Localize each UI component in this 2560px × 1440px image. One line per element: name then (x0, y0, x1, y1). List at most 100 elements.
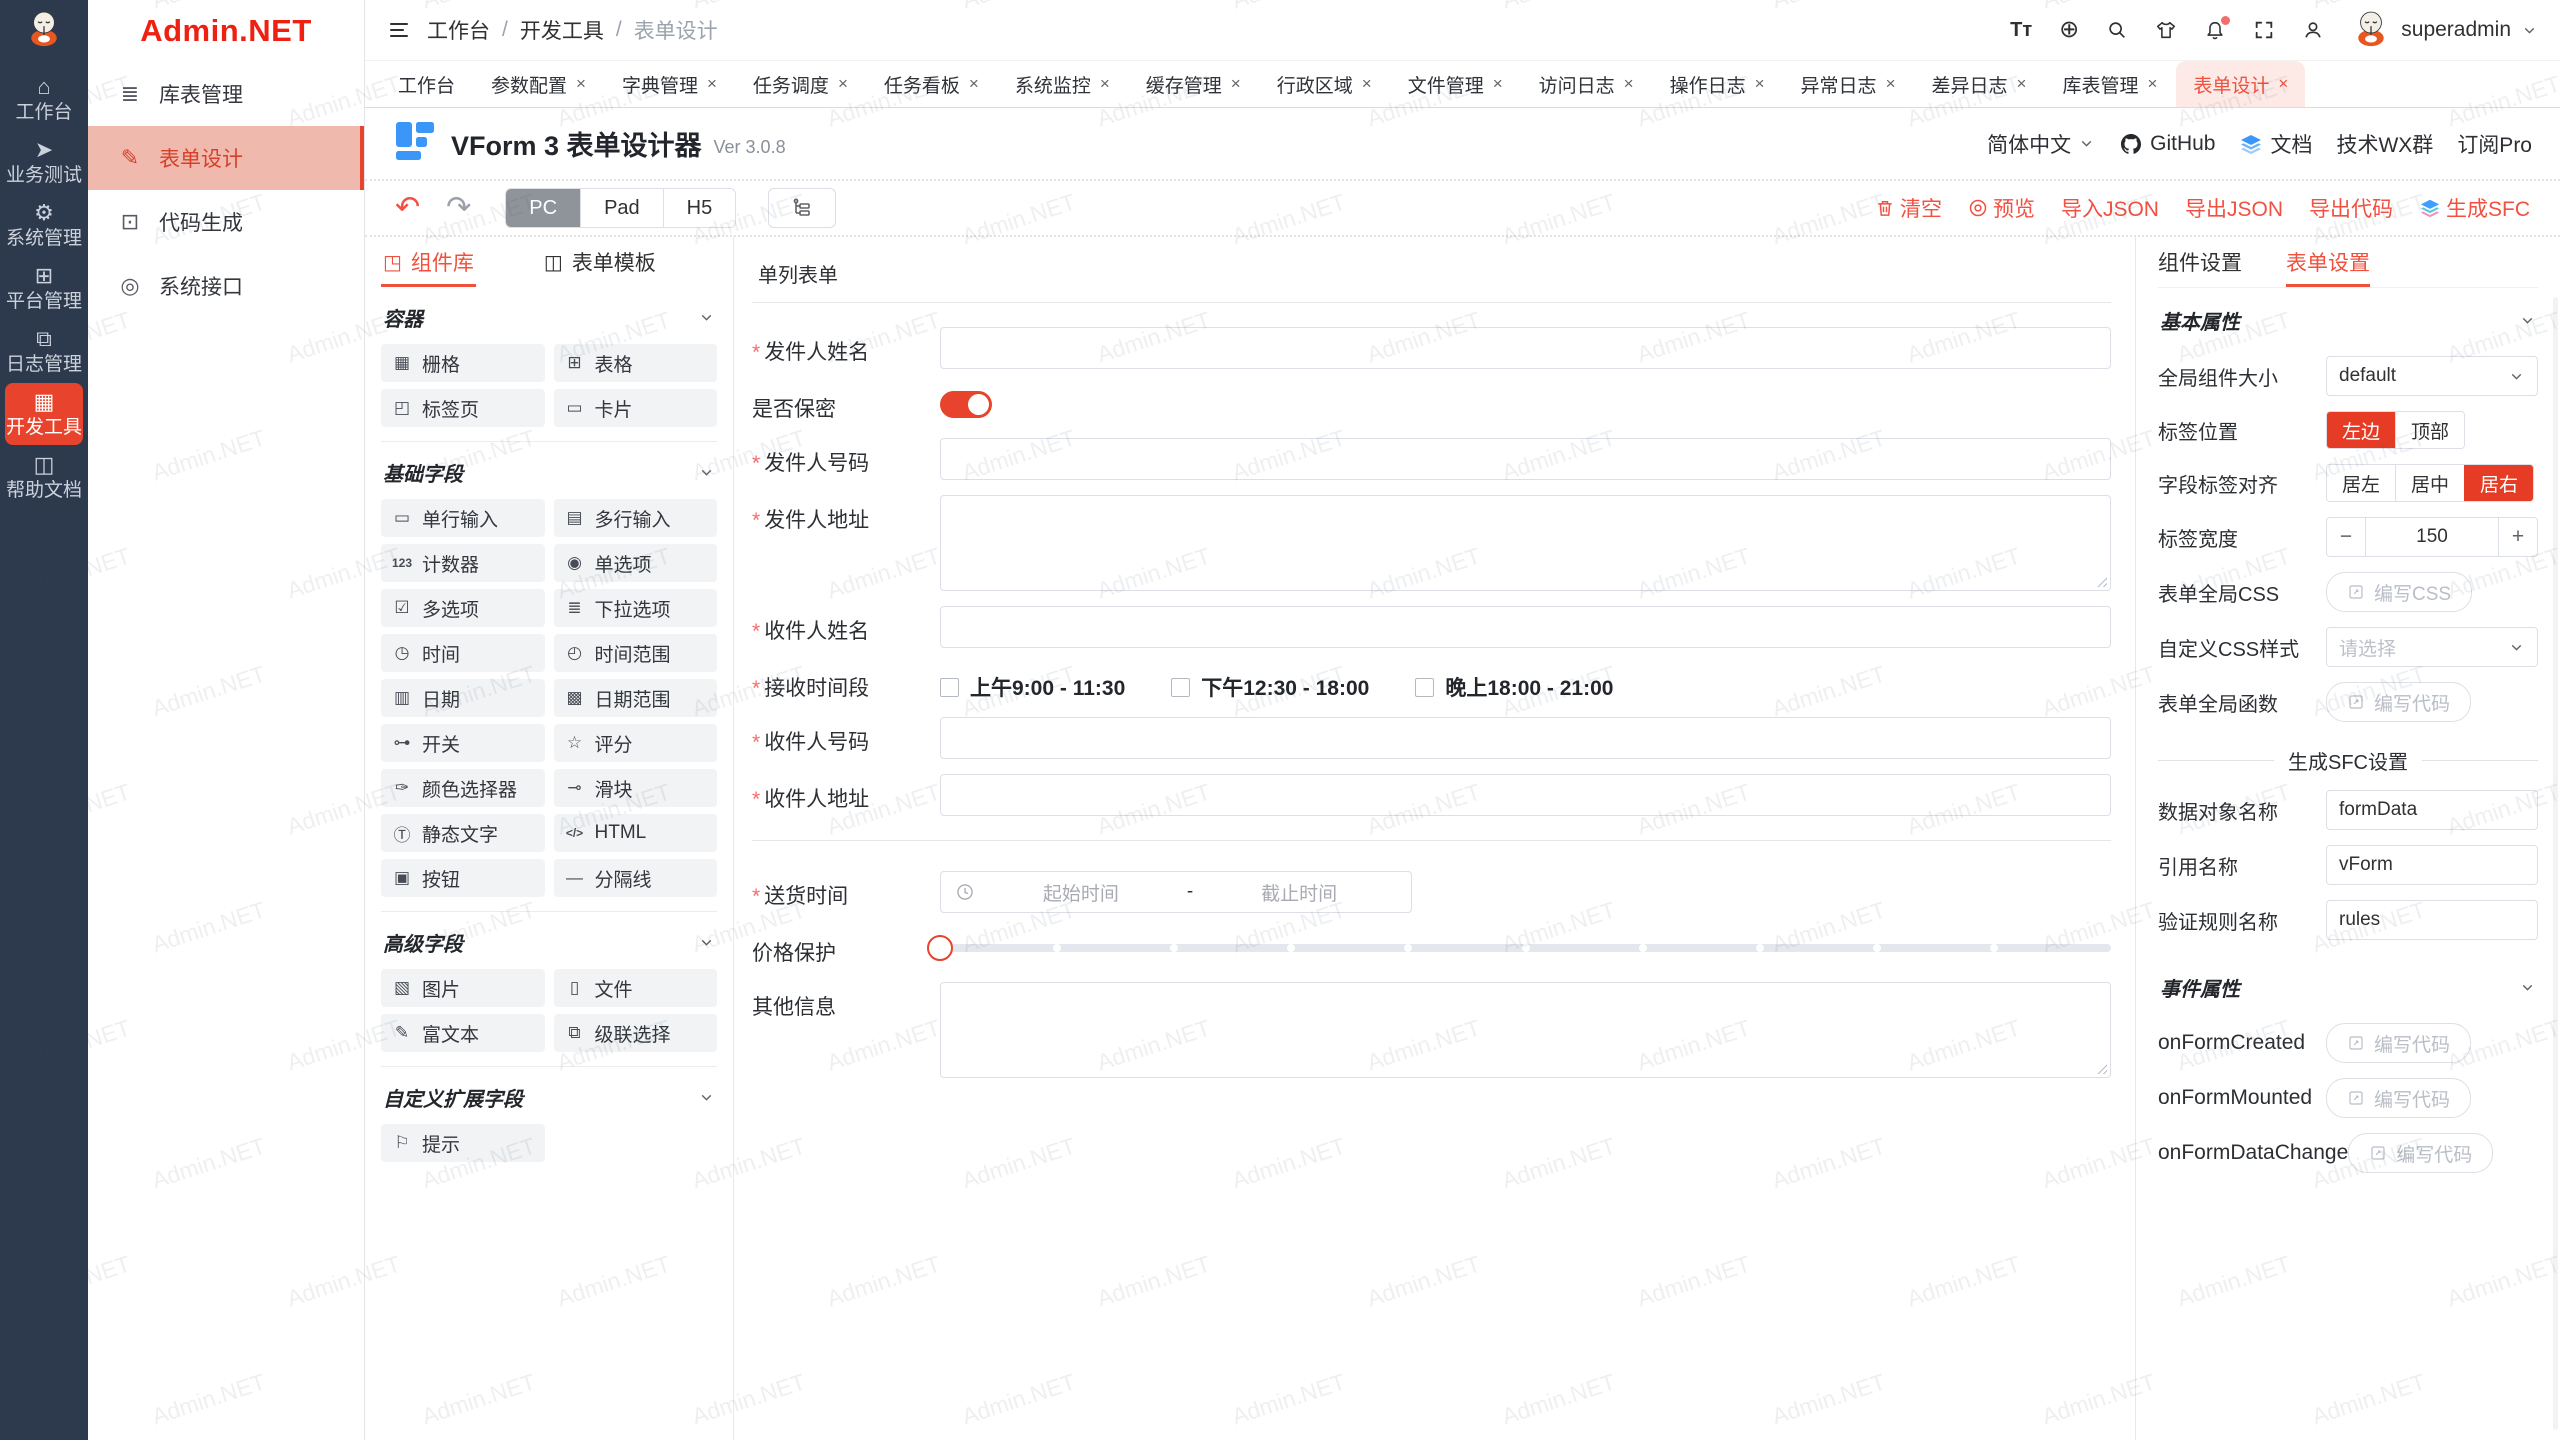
group-button[interactable]: 顶部 (2395, 412, 2464, 448)
page-tab-5[interactable]: 系统监控 × (998, 61, 1127, 107)
widget-item[interactable]: ▤ 多行输入 (554, 499, 718, 537)
widget-tab-0[interactable]: ◳ 组件库 (381, 237, 476, 287)
widget-item[interactable]: ◷ 时间 (381, 634, 545, 672)
widget-item[interactable]: ⊸ 滑块 (554, 769, 718, 807)
tab-close-icon[interactable]: × (1886, 74, 1896, 94)
page-tab-13[interactable]: 库表管理 × (2045, 61, 2174, 107)
tab-close-icon[interactable]: × (2017, 74, 2027, 94)
widget-item[interactable]: ⧉ 级联选择 (554, 1014, 718, 1052)
rail-item-3[interactable]: ⊞ 平台管理 (5, 257, 83, 319)
widget-section-header[interactable]: 自定义扩展字段 (381, 1071, 717, 1124)
tab-close-icon[interactable]: × (969, 74, 979, 94)
breadcrumb-item[interactable]: 开发工具 (520, 15, 604, 45)
collapse-menu-icon[interactable] (387, 18, 411, 42)
notification-bell-icon[interactable] (2204, 19, 2226, 41)
checkbox-option[interactable]: 上午9:00 - 11:30 (940, 672, 1125, 702)
user-menu[interactable]: superadmin (2351, 8, 2538, 53)
sidebar-item-0[interactable]: ≣ 库表管理 (88, 62, 364, 126)
textarea-input[interactable] (940, 495, 2111, 591)
page-tab-1[interactable]: 参数配置 × (474, 61, 603, 107)
checkbox-icon[interactable] (1171, 678, 1190, 697)
select-input[interactable]: 请选择 (2326, 627, 2538, 667)
group-button[interactable]: 居左 (2327, 465, 2395, 501)
subscribe-pro-link[interactable]: 订阅Pro (2457, 129, 2532, 159)
settings-tab-1[interactable]: 表单设置 (2286, 237, 2370, 287)
widget-section-header[interactable]: 高级字段 (381, 916, 717, 969)
device-pc-button[interactable]: PC (506, 189, 580, 227)
settings-section-header[interactable]: 基本属性 (2158, 288, 2538, 341)
widget-item[interactable]: </> HTML (554, 814, 718, 852)
toolbar-action-2[interactable]: 导入JSON (2061, 193, 2159, 223)
widget-item[interactable]: ✑ 颜色选择器 (381, 769, 545, 807)
rail-item-6[interactable]: ◫ 帮助文档 (5, 446, 83, 508)
theme-icon[interactable] (2155, 19, 2177, 41)
tab-close-icon[interactable]: × (838, 74, 848, 94)
edit-code-button[interactable]: 编写代码 (2348, 1133, 2493, 1173)
widget-item[interactable]: ▭ 单行输入 (381, 499, 545, 537)
checkbox-icon[interactable] (1415, 678, 1434, 697)
github-link[interactable]: GitHub (2119, 132, 2215, 156)
widget-item[interactable]: ▧ 图片 (381, 969, 545, 1007)
widget-item[interactable]: ☆ 评分 (554, 724, 718, 762)
page-tab-9[interactable]: 访问日志 × (1522, 61, 1651, 107)
tab-close-icon[interactable]: × (1624, 74, 1634, 94)
widget-item[interactable]: Ⓣ 静态文字 (381, 814, 545, 852)
search-icon[interactable] (2106, 19, 2128, 41)
rail-item-2[interactable]: ⚙ 系统管理 (5, 194, 83, 256)
text-input[interactable] (940, 438, 2111, 480)
rail-item-0[interactable]: ⌂ 工作台 (5, 68, 83, 130)
widget-item[interactable]: ▣ 按钮 (381, 859, 545, 897)
form-field-input[interactable]: *发件人姓名 (752, 327, 2111, 369)
rail-item-4[interactable]: ⧉ 日志管理 (5, 320, 83, 382)
widget-item[interactable]: ⊞ 表格 (554, 344, 718, 382)
group-button[interactable]: 居右 (2464, 465, 2533, 501)
widget-item[interactable]: ◰ 标签页 (381, 389, 545, 427)
page-tab-0[interactable]: 工作台 (381, 61, 472, 107)
switch-toggle-on[interactable] (940, 391, 992, 418)
text-input[interactable] (940, 327, 2111, 369)
form-field-input[interactable]: *发件人号码 (752, 438, 2111, 480)
widget-item[interactable]: ▩ 日期范围 (554, 679, 718, 717)
form-canvas[interactable]: 单列表单 *发件人姓名 是否保密 *发件人号码 *发件人地址 *收件人姓名 *接… (734, 237, 2135, 1440)
chevron-down-icon[interactable] (698, 934, 715, 951)
toolbar-action-0[interactable]: 清空 (1875, 193, 1942, 223)
form-field-time-range[interactable]: *送货时间 起始时间 - 截止时间 (752, 871, 2111, 913)
chevron-down-icon[interactable] (698, 309, 715, 326)
edit-code-button[interactable]: 编写代码 (2326, 1023, 2471, 1063)
widget-item[interactable]: 123 计数器 (381, 544, 545, 582)
form-field-switch[interactable]: 是否保密 (752, 384, 2111, 423)
app-avatar[interactable] (24, 8, 64, 53)
checkbox-icon[interactable] (940, 678, 959, 697)
page-tab-3[interactable]: 任务调度 × (736, 61, 865, 107)
tab-close-icon[interactable]: × (707, 74, 717, 94)
checkbox-option[interactable]: 晚上18:00 - 21:00 (1415, 672, 1613, 702)
font-size-icon[interactable]: Tт (2010, 19, 2032, 42)
chevron-down-icon[interactable] (698, 1089, 715, 1106)
fullscreen-icon[interactable] (2253, 19, 2275, 41)
breadcrumb-item[interactable]: 工作台 (427, 15, 490, 45)
page-tab-11[interactable]: 异常日志 × (1784, 61, 1913, 107)
docs-link[interactable]: 文档 (2239, 129, 2312, 159)
form-field-textarea[interactable]: *发件人地址 (752, 495, 2111, 591)
tab-close-icon[interactable]: × (2147, 74, 2157, 94)
tab-close-icon[interactable]: × (1755, 74, 1765, 94)
node-tree-button[interactable] (768, 188, 836, 228)
widget-tab-1[interactable]: ◫ 表单模板 (542, 237, 658, 287)
page-tab-7[interactable]: 行政区域 × (1260, 61, 1389, 107)
sidebar-item-2[interactable]: ⊡ 代码生成 (88, 190, 364, 254)
widget-item[interactable]: ◉ 单选项 (554, 544, 718, 582)
settings-text-input[interactable]: vForm (2326, 845, 2538, 885)
settings-text-input[interactable]: rules (2326, 900, 2538, 940)
widget-item[interactable]: ☑ 多选项 (381, 589, 545, 627)
page-tab-10[interactable]: 操作日志 × (1653, 61, 1782, 107)
text-input[interactable] (940, 606, 2111, 648)
text-input[interactable] (940, 717, 2111, 759)
edit-code-button[interactable]: 编写CSS (2326, 572, 2472, 612)
page-tab-14[interactable]: 表单设计 × (2176, 61, 2305, 107)
plus-button[interactable]: + (2498, 518, 2537, 556)
slider-track[interactable] (940, 944, 2111, 952)
widget-item[interactable]: ◴ 时间范围 (554, 634, 718, 672)
slider-handle[interactable] (927, 935, 953, 961)
toolbar-action-3[interactable]: 导出JSON (2185, 193, 2283, 223)
language-icon[interactable]: ⊕ (2059, 19, 2079, 41)
